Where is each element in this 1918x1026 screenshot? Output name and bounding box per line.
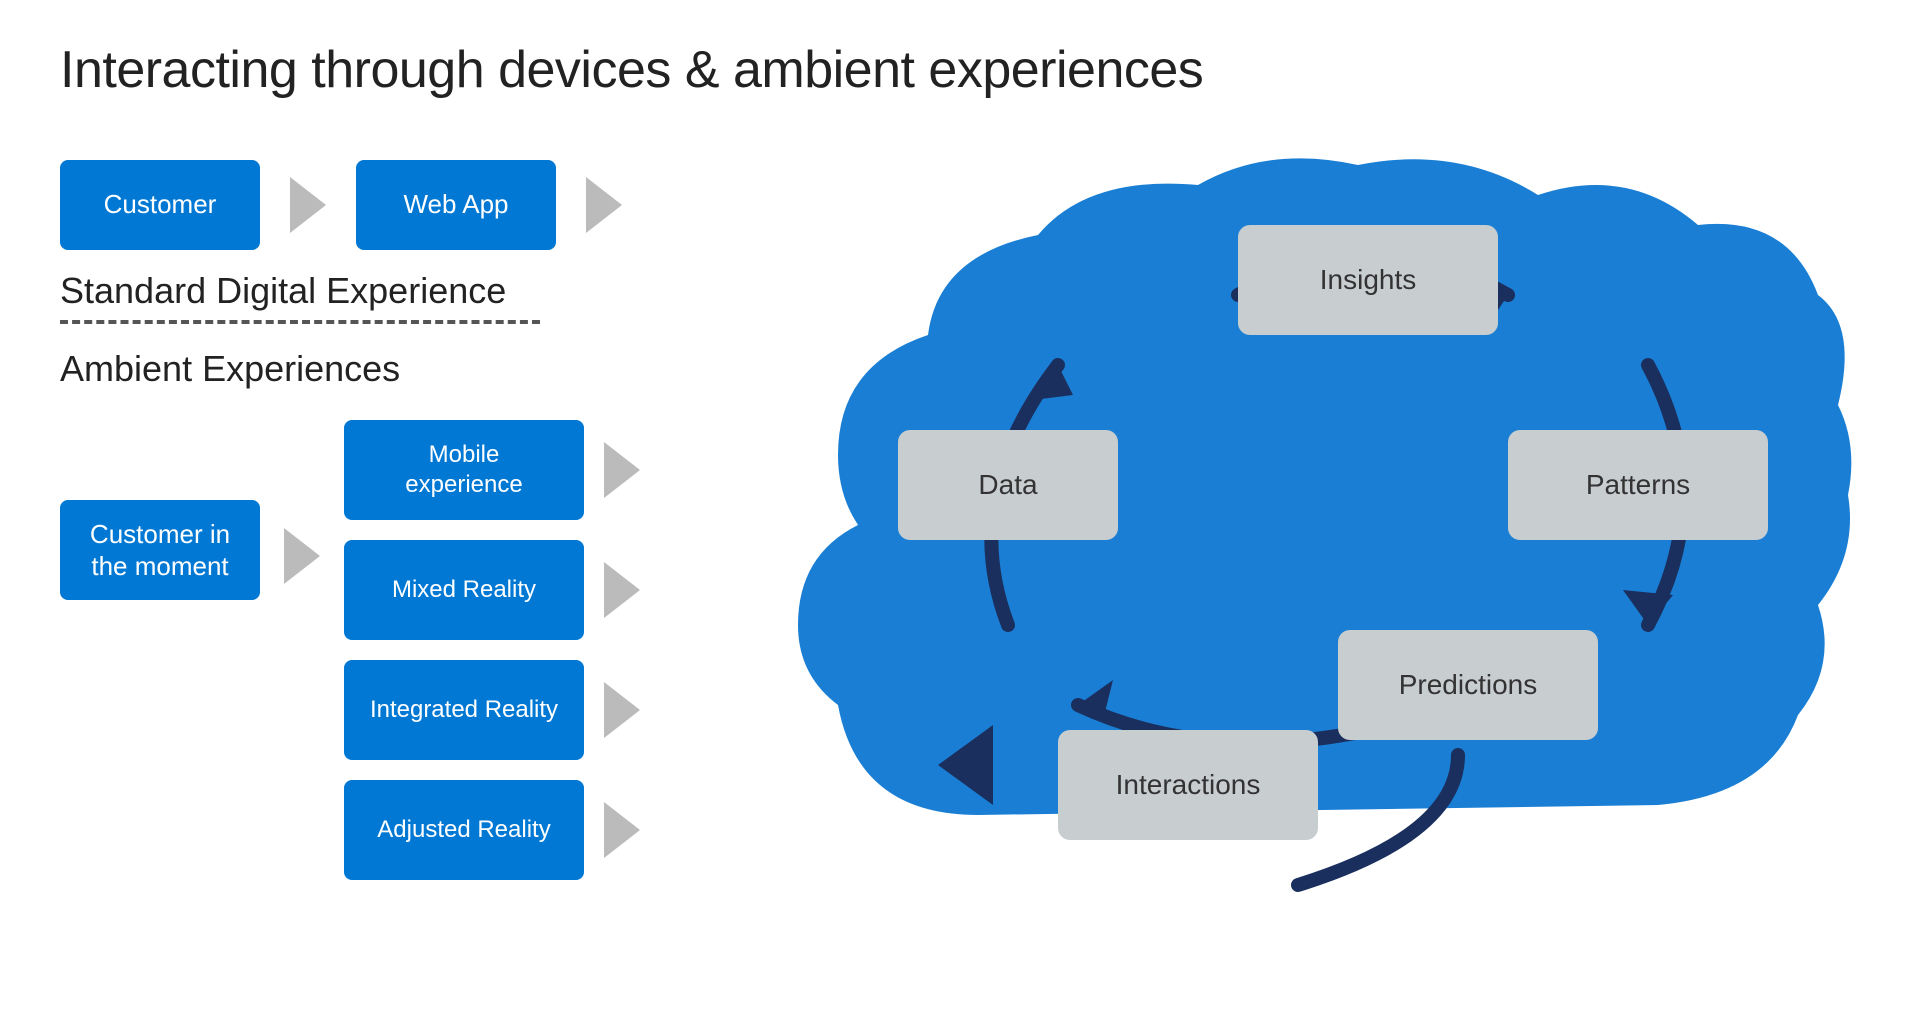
insights-box: Insights: [1238, 225, 1498, 335]
arrow-customer-to-webapp: [290, 177, 326, 233]
section-divider: [60, 320, 540, 324]
mixed-reality-row: Mixed Reality: [344, 540, 640, 640]
predictions-box: Predictions: [1338, 630, 1598, 740]
left-panel: Customer Web App Standard Digital Experi…: [60, 150, 760, 880]
page-title: Interacting through devices & ambient ex…: [60, 40, 1858, 100]
mobile-experience-button[interactable]: Mobileexperience: [344, 420, 584, 520]
arrow-mixed: [604, 562, 640, 618]
arrow-webapp-to-cloud: [586, 177, 622, 233]
mobile-experience-row: Mobileexperience: [344, 420, 640, 520]
standard-digital-row: Customer Web App: [60, 160, 760, 250]
adjusted-reality-button[interactable]: Adjusted Reality: [344, 780, 584, 880]
right-panel: Insights Patterns Predictions Data Inter…: [780, 150, 1858, 1020]
adjusted-reality-row: Adjusted Reality: [344, 780, 640, 880]
standard-section-label: Standard Digital Experience: [60, 270, 760, 312]
web-app-button[interactable]: Web App: [356, 160, 556, 250]
arrow-mobile: [604, 442, 640, 498]
customer-button[interactable]: Customer: [60, 160, 260, 250]
experiences-column: Mobileexperience Mixed Reality Integrate…: [344, 420, 640, 880]
mixed-reality-button[interactable]: Mixed Reality: [344, 540, 584, 640]
arrow-integrated: [604, 682, 640, 738]
ambient-section-label: Ambient Experiences: [60, 348, 760, 390]
patterns-box: Patterns: [1508, 430, 1768, 540]
content-area: Customer Web App Standard Digital Experi…: [60, 150, 1858, 986]
page-wrapper: Interacting through devices & ambient ex…: [0, 0, 1918, 1026]
customer-moment-button[interactable]: Customer in the moment: [60, 500, 260, 600]
ambient-area: Customer in the moment Mobileexperience …: [60, 420, 760, 880]
integrated-reality-button[interactable]: Integrated Reality: [344, 660, 584, 760]
interactions-box: Interactions: [1058, 730, 1318, 840]
cloud-container: Insights Patterns Predictions Data Inter…: [778, 120, 1858, 900]
arrow-customer-moment: [284, 528, 320, 584]
integrated-reality-row: Integrated Reality: [344, 660, 640, 760]
arrow-adjusted: [604, 802, 640, 858]
data-box: Data: [898, 430, 1118, 540]
big-left-arrow: [938, 725, 993, 805]
